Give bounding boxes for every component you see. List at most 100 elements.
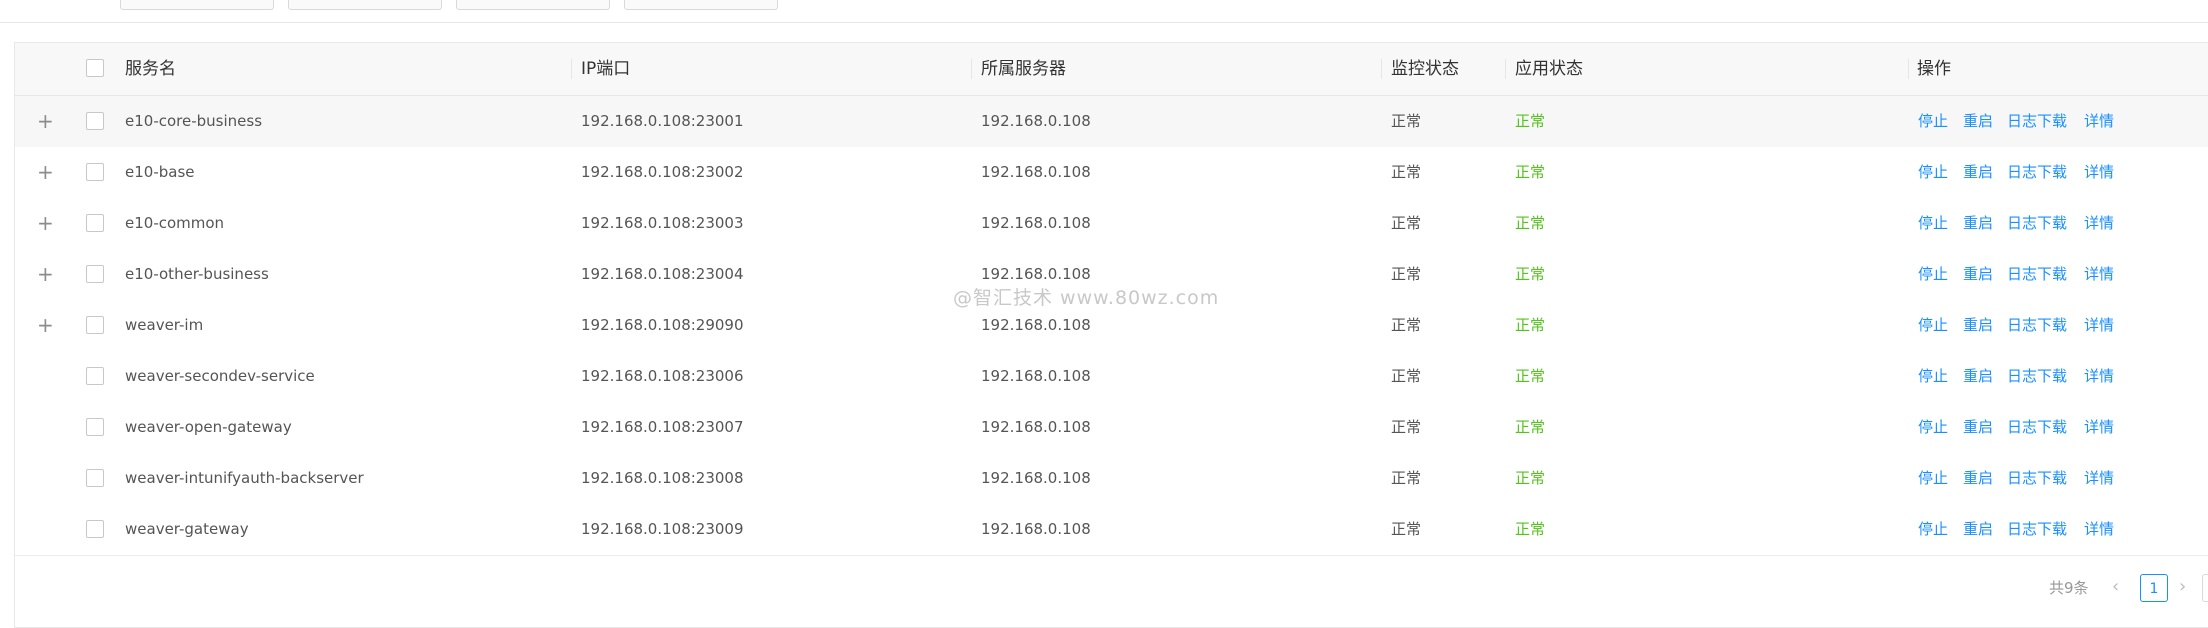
- restart-link[interactable]: 重启: [1963, 249, 1993, 300]
- stop-link[interactable]: 停止: [1918, 504, 1948, 555]
- header-ip-port: IP端口: [581, 59, 631, 79]
- app-status-cell: 正常: [1515, 469, 1546, 487]
- monitor-status-cell: 正常: [1391, 367, 1422, 385]
- details-link[interactable]: 详情: [2084, 351, 2114, 402]
- restart-link[interactable]: 重启: [1963, 198, 1993, 249]
- details-link[interactable]: 详情: [2084, 147, 2114, 198]
- log-download-link[interactable]: 日志下载: [2007, 147, 2067, 198]
- ip-port-cell: 192.168.0.108:23003: [581, 214, 744, 232]
- server-cell: 192.168.0.108: [981, 520, 1091, 538]
- app-status-cell: 正常: [1515, 520, 1546, 538]
- stop-link[interactable]: 停止: [1918, 249, 1948, 300]
- details-link[interactable]: 详情: [2084, 249, 2114, 300]
- ip-port-cell: 192.168.0.108:23009: [581, 520, 744, 538]
- stop-link[interactable]: 停止: [1918, 198, 1948, 249]
- stop-link[interactable]: 停止: [1918, 453, 1948, 504]
- row-checkbox[interactable]: [86, 112, 104, 130]
- restart-link[interactable]: 重启: [1963, 453, 1993, 504]
- monitor-status-cell: 正常: [1391, 163, 1422, 181]
- monitor-status-cell: 正常: [1391, 316, 1422, 334]
- stop-link[interactable]: 停止: [1918, 402, 1948, 453]
- expand-icon[interactable]: +: [37, 264, 54, 284]
- row-checkbox[interactable]: [86, 520, 104, 538]
- toolbar-button[interactable]: [120, 0, 274, 10]
- ip-port-cell: 192.168.0.108:23008: [581, 469, 744, 487]
- restart-link[interactable]: 重启: [1963, 504, 1993, 555]
- header-app-status: 应用状态: [1515, 59, 1583, 79]
- app-status-cell: 正常: [1515, 418, 1546, 436]
- details-link[interactable]: 详情: [2084, 198, 2114, 249]
- row-checkbox[interactable]: [86, 418, 104, 436]
- stop-link[interactable]: 停止: [1918, 300, 1948, 351]
- log-download-link[interactable]: 日志下载: [2007, 453, 2067, 504]
- service-name-cell: e10-other-business: [125, 265, 269, 283]
- monitor-status-cell: 正常: [1391, 469, 1422, 487]
- log-download-link[interactable]: 日志下载: [2007, 402, 2067, 453]
- log-download-link[interactable]: 日志下载: [2007, 300, 2067, 351]
- chevron-left-icon[interactable]: ‹: [2112, 576, 2119, 598]
- details-link[interactable]: 详情: [2084, 300, 2114, 351]
- column-separator: [1908, 59, 1909, 79]
- restart-link[interactable]: 重启: [1963, 351, 1993, 402]
- row-checkbox[interactable]: [86, 367, 104, 385]
- header-actions: 操作: [1917, 59, 1951, 79]
- table-row: weaver-intunifyauth-backserver 192.168.0.…: [15, 453, 2208, 505]
- service-name-cell: weaver-intunifyauth-backserver: [125, 469, 364, 487]
- stop-link[interactable]: 停止: [1918, 351, 1948, 402]
- table-row: + e10-common 192.168.0.108:23003 192.168.0.…: [15, 198, 2208, 250]
- details-link[interactable]: 详情: [2084, 96, 2114, 147]
- row-checkbox[interactable]: [86, 469, 104, 487]
- row-checkbox[interactable]: [86, 214, 104, 232]
- toolbar-button[interactable]: [456, 0, 610, 10]
- service-name-cell: e10-base: [125, 163, 195, 181]
- pagination-current-page[interactable]: 1: [2140, 574, 2168, 602]
- service-name-cell: e10-common: [125, 214, 225, 232]
- monitor-status-cell: 正常: [1391, 265, 1422, 283]
- server-cell: 192.168.0.108: [981, 367, 1091, 385]
- expand-icon[interactable]: +: [37, 213, 54, 233]
- row-checkbox[interactable]: [86, 265, 104, 283]
- expand-icon[interactable]: +: [37, 315, 54, 335]
- watermark: @智汇技术 www.80wz.com: [953, 287, 1220, 309]
- app-status-cell: 正常: [1515, 214, 1546, 232]
- details-link[interactable]: 详情: [2084, 453, 2114, 504]
- log-download-link[interactable]: 日志下载: [2007, 351, 2067, 402]
- service-name-cell: e10-core-business: [125, 112, 263, 130]
- stop-link[interactable]: 停止: [1918, 96, 1948, 147]
- server-cell: 192.168.0.108: [981, 469, 1091, 487]
- ip-port-cell: 192.168.0.108:23006: [581, 367, 744, 385]
- expand-icon[interactable]: +: [37, 162, 54, 182]
- header-service-name: 服务名: [125, 59, 176, 79]
- stop-link[interactable]: 停止: [1918, 147, 1948, 198]
- chevron-right-icon[interactable]: ›: [2179, 576, 2186, 598]
- ip-port-cell: 192.168.0.108:23007: [581, 418, 744, 436]
- column-separator: [1505, 59, 1506, 79]
- log-download-link[interactable]: 日志下载: [2007, 249, 2067, 300]
- toolbar-button[interactable]: [624, 0, 778, 10]
- details-link[interactable]: 详情: [2084, 504, 2114, 555]
- row-checkbox[interactable]: [86, 163, 104, 181]
- monitor-status-cell: 正常: [1391, 112, 1422, 130]
- restart-link[interactable]: 重启: [1963, 147, 1993, 198]
- restart-link[interactable]: 重启: [1963, 402, 1993, 453]
- log-download-link[interactable]: 日志下载: [2007, 198, 2067, 249]
- column-separator: [571, 59, 572, 79]
- log-download-link[interactable]: 日志下载: [2007, 96, 2067, 147]
- page-size-select[interactable]: [2202, 574, 2208, 602]
- log-download-link[interactable]: 日志下载: [2007, 504, 2067, 555]
- restart-link[interactable]: 重启: [1963, 96, 1993, 147]
- expand-icon[interactable]: +: [37, 111, 54, 131]
- table-row: + e10-base 192.168.0.108:23002 192.168.0.10…: [15, 147, 2208, 199]
- app-status-cell: 正常: [1515, 265, 1546, 283]
- table-row: weaver-gateway 192.168.0.108:23009 192.168…: [15, 504, 2208, 556]
- details-link[interactable]: 详情: [2084, 402, 2114, 453]
- header-monitor-status: 监控状态: [1391, 59, 1459, 79]
- select-all-checkbox[interactable]: [86, 59, 104, 77]
- toolbar-button[interactable]: [288, 0, 442, 10]
- column-separator: [971, 59, 972, 79]
- server-cell: 192.168.0.108: [981, 163, 1091, 181]
- restart-link[interactable]: 重启: [1963, 300, 1993, 351]
- monitor-status-cell: 正常: [1391, 214, 1422, 232]
- pagination-total: 共9条: [2049, 579, 2089, 597]
- row-checkbox[interactable]: [86, 316, 104, 334]
